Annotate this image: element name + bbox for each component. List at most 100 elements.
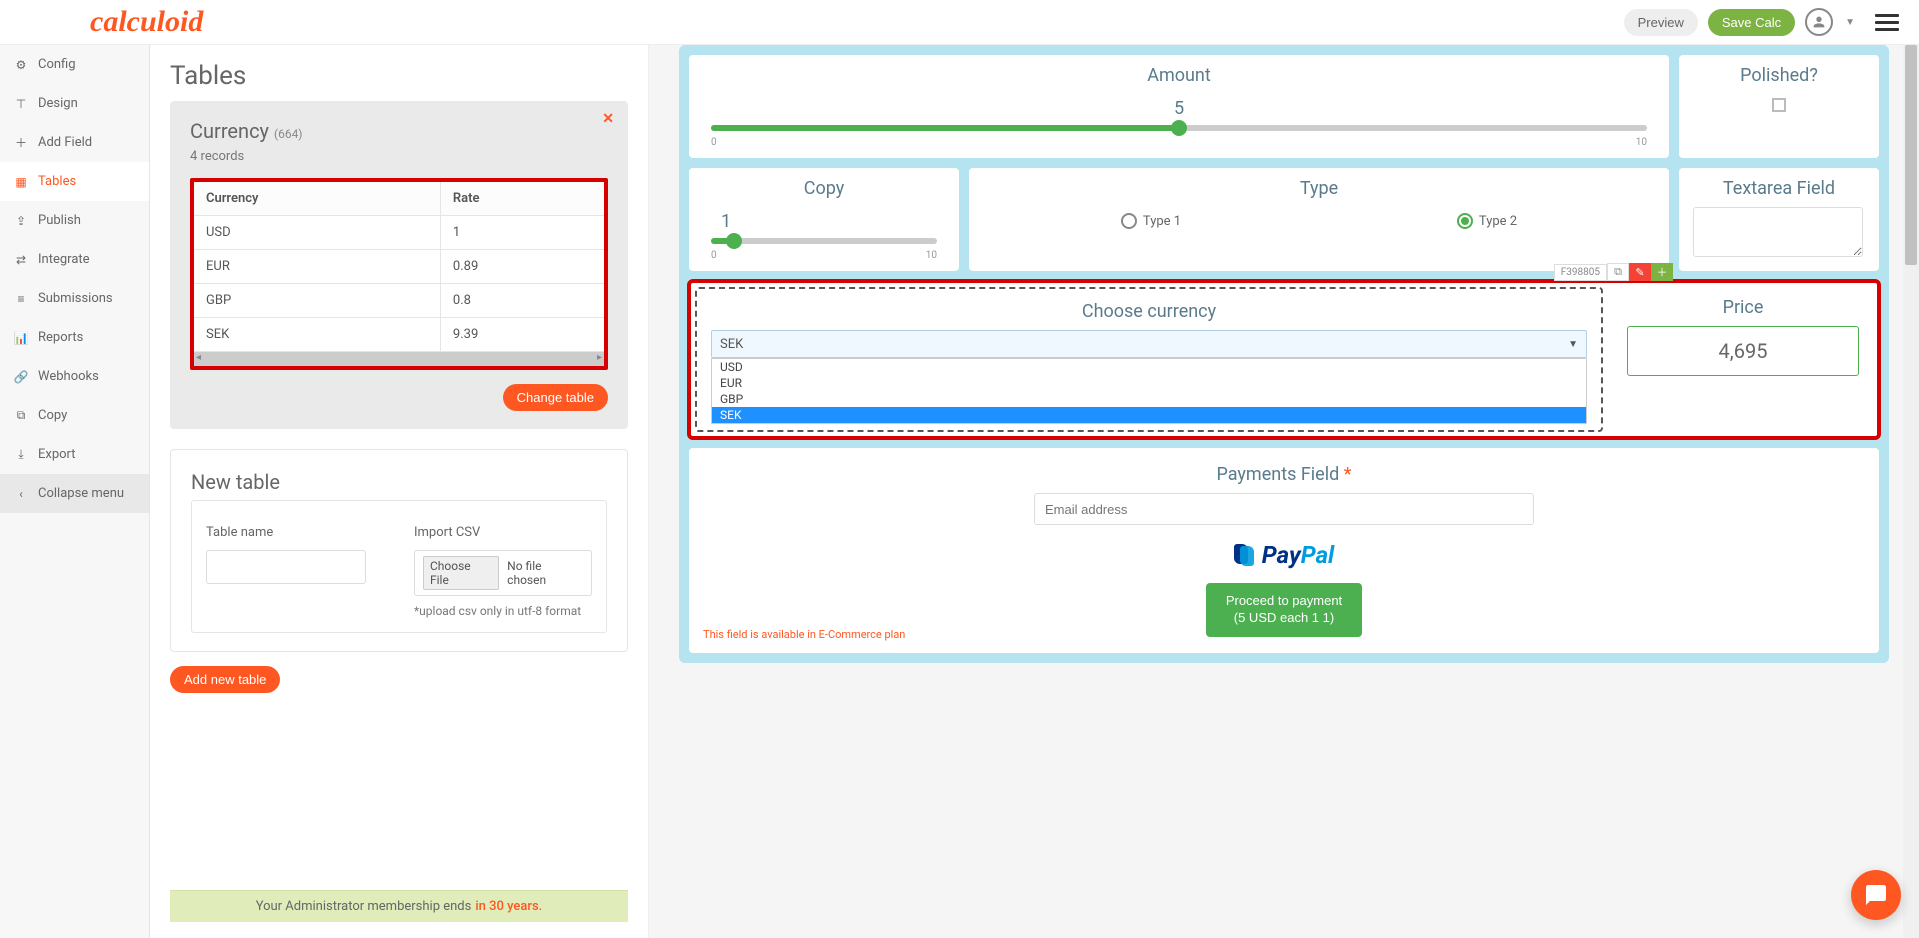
- sidebar-icon: ⤓: [14, 448, 28, 462]
- table-horiz-scroll[interactable]: ◂ ▸: [194, 352, 604, 366]
- polished-checkbox[interactable]: [1772, 98, 1786, 112]
- record-count: 4 records: [190, 149, 608, 164]
- new-table-title: New table: [191, 470, 607, 494]
- radio-icon: [1121, 213, 1137, 229]
- sidebar-item-integrate[interactable]: ⇄Integrate: [0, 240, 149, 279]
- add-new-table-button[interactable]: Add new table: [170, 666, 280, 693]
- currency-option-eur[interactable]: EUR: [712, 375, 1586, 391]
- change-table-button[interactable]: Change table: [503, 384, 608, 411]
- sidebar-icon: ⚙: [14, 58, 28, 72]
- scroll-right-icon: ▸: [597, 352, 602, 363]
- file-input-wrap[interactable]: Choose File No file chosen: [414, 550, 592, 596]
- slider-thumb[interactable]: [726, 233, 742, 249]
- collapse-menu[interactable]: ‹ Collapse menu: [0, 474, 149, 513]
- currency-table-name: Currency: [190, 119, 269, 143]
- sidebar-icon: 📊: [14, 331, 28, 345]
- sidebar-label: Webhooks: [38, 369, 99, 384]
- table-name-input[interactable]: [206, 550, 366, 584]
- field-add-button[interactable]: ＋: [1651, 263, 1673, 281]
- slider-thumb[interactable]: [1171, 120, 1187, 136]
- user-menu[interactable]: [1805, 8, 1833, 36]
- chevron-left-icon: ‹: [14, 487, 28, 501]
- sidebar-item-design[interactable]: ⊤Design: [0, 84, 149, 123]
- sidebar-item-webhooks[interactable]: 🔗 Webhooks: [0, 357, 149, 396]
- type-title: Type: [983, 178, 1655, 199]
- table-row[interactable]: SEK9.39: [194, 318, 604, 352]
- sidebar-item-copy[interactable]: ⧉ Copy: [0, 396, 149, 435]
- copy-title: Copy: [703, 178, 945, 199]
- sidebar-item-reports[interactable]: 📊 Reports: [0, 318, 149, 357]
- sidebar-icon: ≡: [14, 292, 28, 306]
- sidebar: ⚙ Config ⊤Design ＋ Add Field ▦ Tables ⇪ Publish ⇄…: [0, 45, 150, 938]
- table-row[interactable]: EUR0.89: [194, 250, 604, 284]
- sidebar-icon: ▦: [14, 175, 28, 189]
- amount-title: Amount: [703, 65, 1655, 86]
- field-edit-button[interactable]: ✎: [1629, 263, 1651, 281]
- scroll-left-icon: ◂: [196, 352, 201, 363]
- price-value: 4,695: [1627, 326, 1859, 376]
- radio-type-1[interactable]: Type 1: [1121, 213, 1181, 229]
- sidebar-item-publish[interactable]: ⇪ Publish: [0, 201, 149, 240]
- email-input[interactable]: [1034, 493, 1534, 525]
- scrollbar-thumb[interactable]: [1905, 45, 1917, 265]
- sidebar-label: Tables: [38, 174, 76, 189]
- sidebar-label: Submissions: [38, 291, 113, 306]
- sidebar-label: Reports: [38, 330, 83, 345]
- user-icon: [1811, 14, 1827, 30]
- sidebar-label: Copy: [38, 408, 67, 423]
- sidebar-label: Design: [38, 96, 78, 111]
- page-title: Tables: [170, 61, 628, 91]
- page-scrollbar[interactable]: [1903, 45, 1919, 938]
- save-calc-button[interactable]: Save Calc: [1708, 9, 1795, 36]
- sidebar-item-config[interactable]: ⚙ Config: [0, 45, 149, 84]
- col-rate: Rate: [440, 182, 604, 216]
- price-title: Price: [1627, 297, 1859, 318]
- table-name-label: Table name: [206, 525, 384, 540]
- currency-panel: ✕ Currency (664) 4 records Currency Rate…: [170, 101, 628, 429]
- sidebar-item-export[interactable]: ⤓Export: [0, 435, 149, 474]
- table-row[interactable]: GBP0.8: [194, 284, 604, 318]
- user-caret-icon: ▼: [1845, 17, 1855, 28]
- amount-slider[interactable]: [711, 125, 1647, 131]
- proceed-payment-button[interactable]: Proceed to payment(5 USD each 1 1): [1206, 583, 1362, 637]
- hamburger-menu[interactable]: [1875, 14, 1899, 31]
- copy-slider[interactable]: [711, 238, 937, 244]
- sidebar-icon: 🔗: [14, 370, 28, 384]
- currency-option-usd[interactable]: USD: [712, 359, 1586, 375]
- currency-dropdown: USDEURGBPSEK: [711, 358, 1587, 424]
- copy-value: 1: [711, 211, 937, 232]
- sidebar-label: Add Field: [38, 135, 92, 150]
- currency-option-gbp[interactable]: GBP: [712, 391, 1586, 407]
- sidebar-icon: ⇪: [14, 214, 28, 228]
- paypal-icon: [1234, 544, 1256, 566]
- sidebar-item-add-field[interactable]: ＋ Add Field: [0, 123, 149, 162]
- radio-type-2[interactable]: Type 2: [1457, 213, 1517, 229]
- textarea-input[interactable]: [1693, 207, 1863, 257]
- sidebar-item-submissions[interactable]: ≡ Submissions: [0, 279, 149, 318]
- sidebar-label: Publish: [38, 213, 81, 228]
- field-copy-button[interactable]: ⧉: [1607, 263, 1629, 281]
- payments-title: Payments Field *: [705, 464, 1863, 485]
- currency-title: Choose currency: [711, 301, 1587, 322]
- sidebar-icon: ⧉: [14, 409, 28, 423]
- currency-select[interactable]: SEK ▼: [711, 330, 1587, 358]
- chat-icon: [1864, 883, 1888, 907]
- sidebar-icon: ⇄: [14, 253, 28, 267]
- preview-button[interactable]: Preview: [1624, 9, 1698, 36]
- table-row[interactable]: USD1: [194, 216, 604, 250]
- chat-button[interactable]: [1851, 870, 1901, 920]
- choose-file-button[interactable]: Choose File: [423, 556, 499, 590]
- ecommerce-note: This field is available in E-Commerce pl…: [703, 628, 905, 641]
- new-table-panel: New table Table name Import CSV Choose F…: [170, 449, 628, 652]
- paypal-logo: PayPal: [705, 541, 1863, 569]
- radio-icon: [1457, 213, 1473, 229]
- currency-option-sek[interactable]: SEK: [712, 407, 1586, 423]
- sidebar-item-tables[interactable]: ▦ Tables: [0, 162, 149, 201]
- logo[interactable]: calculoid: [90, 5, 203, 39]
- close-icon[interactable]: ✕: [602, 111, 614, 127]
- amount-value: 5: [711, 98, 1647, 119]
- currency-table-highlight: Currency Rate USD1EUR0.89GBP0.8SEK9.39 ◂…: [190, 178, 608, 370]
- sidebar-icon: ＋: [14, 136, 28, 150]
- no-file-label: No file chosen: [507, 559, 583, 587]
- sidebar-label: Config: [38, 57, 76, 72]
